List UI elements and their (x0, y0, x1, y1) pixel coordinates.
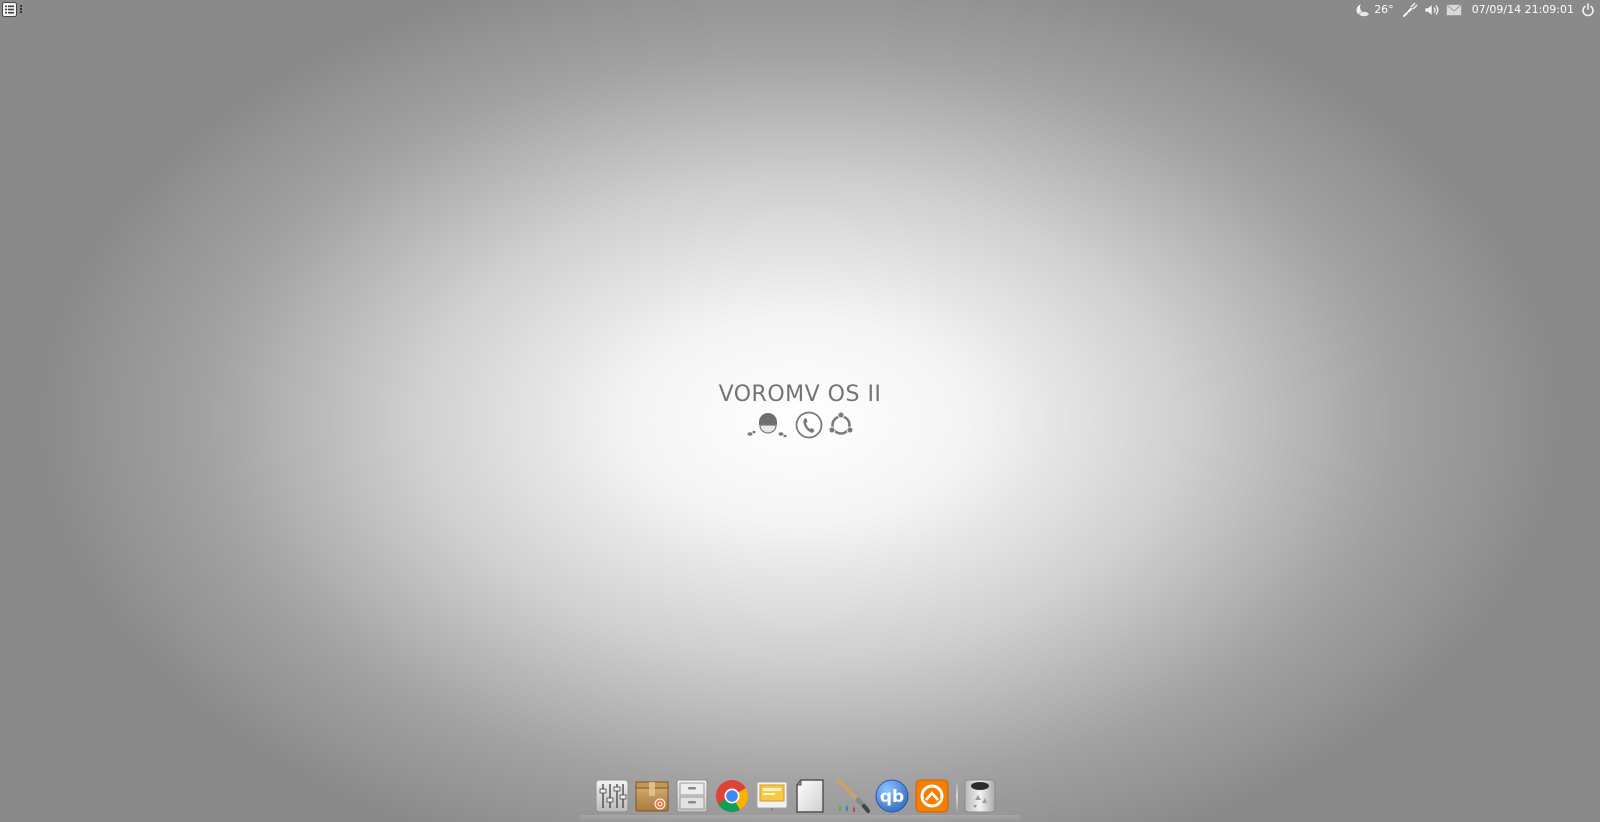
package-box-icon[interactable] (634, 778, 670, 814)
os-title: VOROMV OS II (718, 382, 882, 407)
system-tray: 26° 07/09/14 21:09:01 (1355, 2, 1596, 18)
wired-network-icon[interactable] (1402, 2, 1418, 18)
logo-glyph-row (700, 410, 900, 444)
document-page-icon[interactable] (794, 778, 830, 814)
ubuntu-logo-icon (827, 411, 855, 443)
presentation-icon[interactable] (754, 778, 790, 814)
top-left-area (1, 1, 23, 17)
footprints-helmet-icon (745, 410, 791, 444)
temperature-text[interactable]: 26° (1374, 2, 1394, 18)
speaker-volume-icon[interactable] (1424, 2, 1440, 18)
mixer-sliders-icon[interactable] (594, 778, 630, 814)
power-icon[interactable] (1580, 2, 1596, 18)
chrome-icon[interactable] (714, 778, 750, 814)
grooveshark-icon[interactable] (914, 778, 950, 814)
list-menu-icon[interactable] (1, 1, 17, 17)
paint-brush-icon[interactable] (834, 778, 870, 814)
vertical-dots-icon[interactable] (19, 3, 23, 15)
envelope-icon[interactable] (1445, 2, 1462, 18)
desktop-logo: VOROMV OS II (700, 380, 900, 444)
dock: qb (594, 776, 1002, 816)
qbittorrent-label: qb (880, 787, 904, 807)
clock[interactable]: 07/09/14 21:09:01 (1472, 2, 1574, 18)
file-cabinet-icon[interactable] (674, 778, 710, 814)
qbittorrent-icon[interactable]: qb (874, 778, 910, 814)
top-panel: 26° 07/09/14 21:09:01 (0, 0, 1600, 20)
moon-cloud-icon[interactable] (1355, 2, 1371, 18)
dock-shelf (580, 815, 1020, 822)
trash-icon[interactable] (962, 778, 998, 814)
dock-separator (956, 779, 958, 813)
telephone-circle-icon (795, 411, 823, 443)
